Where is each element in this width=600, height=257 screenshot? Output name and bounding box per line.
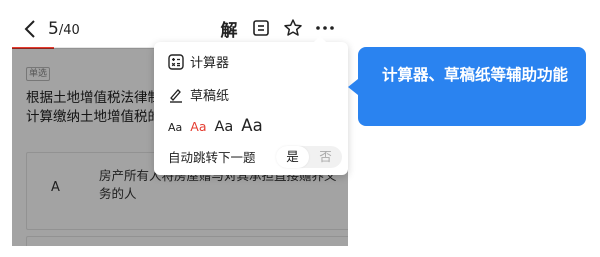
callout-pointer: [348, 79, 358, 95]
auto-next-toggle[interactable]: 是 否: [276, 146, 342, 168]
font-size-small[interactable]: Aa: [168, 121, 182, 134]
font-size-selector: Aa Aa Aa Aa: [168, 116, 263, 135]
calculator-label: 计算器: [190, 56, 230, 71]
callout-text: 计算器、草稿纸等辅助功能: [382, 66, 569, 84]
star-icon[interactable]: [282, 17, 304, 39]
toggle-no[interactable]: 否: [309, 146, 342, 168]
counter-current: 5: [48, 19, 59, 39]
toggle-yes[interactable]: 是: [276, 146, 309, 168]
counter-total: /40: [58, 23, 80, 38]
feature-callout: 计算器、草稿纸等辅助功能: [348, 47, 586, 126]
pen-icon: [170, 88, 182, 103]
font-size-default[interactable]: Aa: [190, 119, 206, 134]
calculator-icon: [168, 53, 184, 70]
back-icon[interactable]: [22, 18, 40, 40]
answer-card-icon[interactable]: [250, 17, 272, 39]
menu-notch: [314, 36, 326, 42]
calculator-menu-item[interactable]: 计算器: [168, 52, 229, 71]
draft-paper-label: 草稿纸: [190, 89, 230, 104]
auto-next-label: 自动跳转下一题: [168, 150, 256, 165]
draft-paper-menu-item[interactable]: 草稿纸: [168, 85, 229, 104]
explanation-button[interactable]: 解: [218, 17, 240, 41]
more-menu-popup: 计算器 草稿纸 Aa Aa Aa Aa 自动跳转下一题 是 否: [154, 36, 348, 175]
question-counter: 5/40: [48, 18, 80, 42]
font-size-large[interactable]: Aa: [214, 119, 233, 135]
font-size-xlarge[interactable]: Aa: [241, 116, 262, 135]
